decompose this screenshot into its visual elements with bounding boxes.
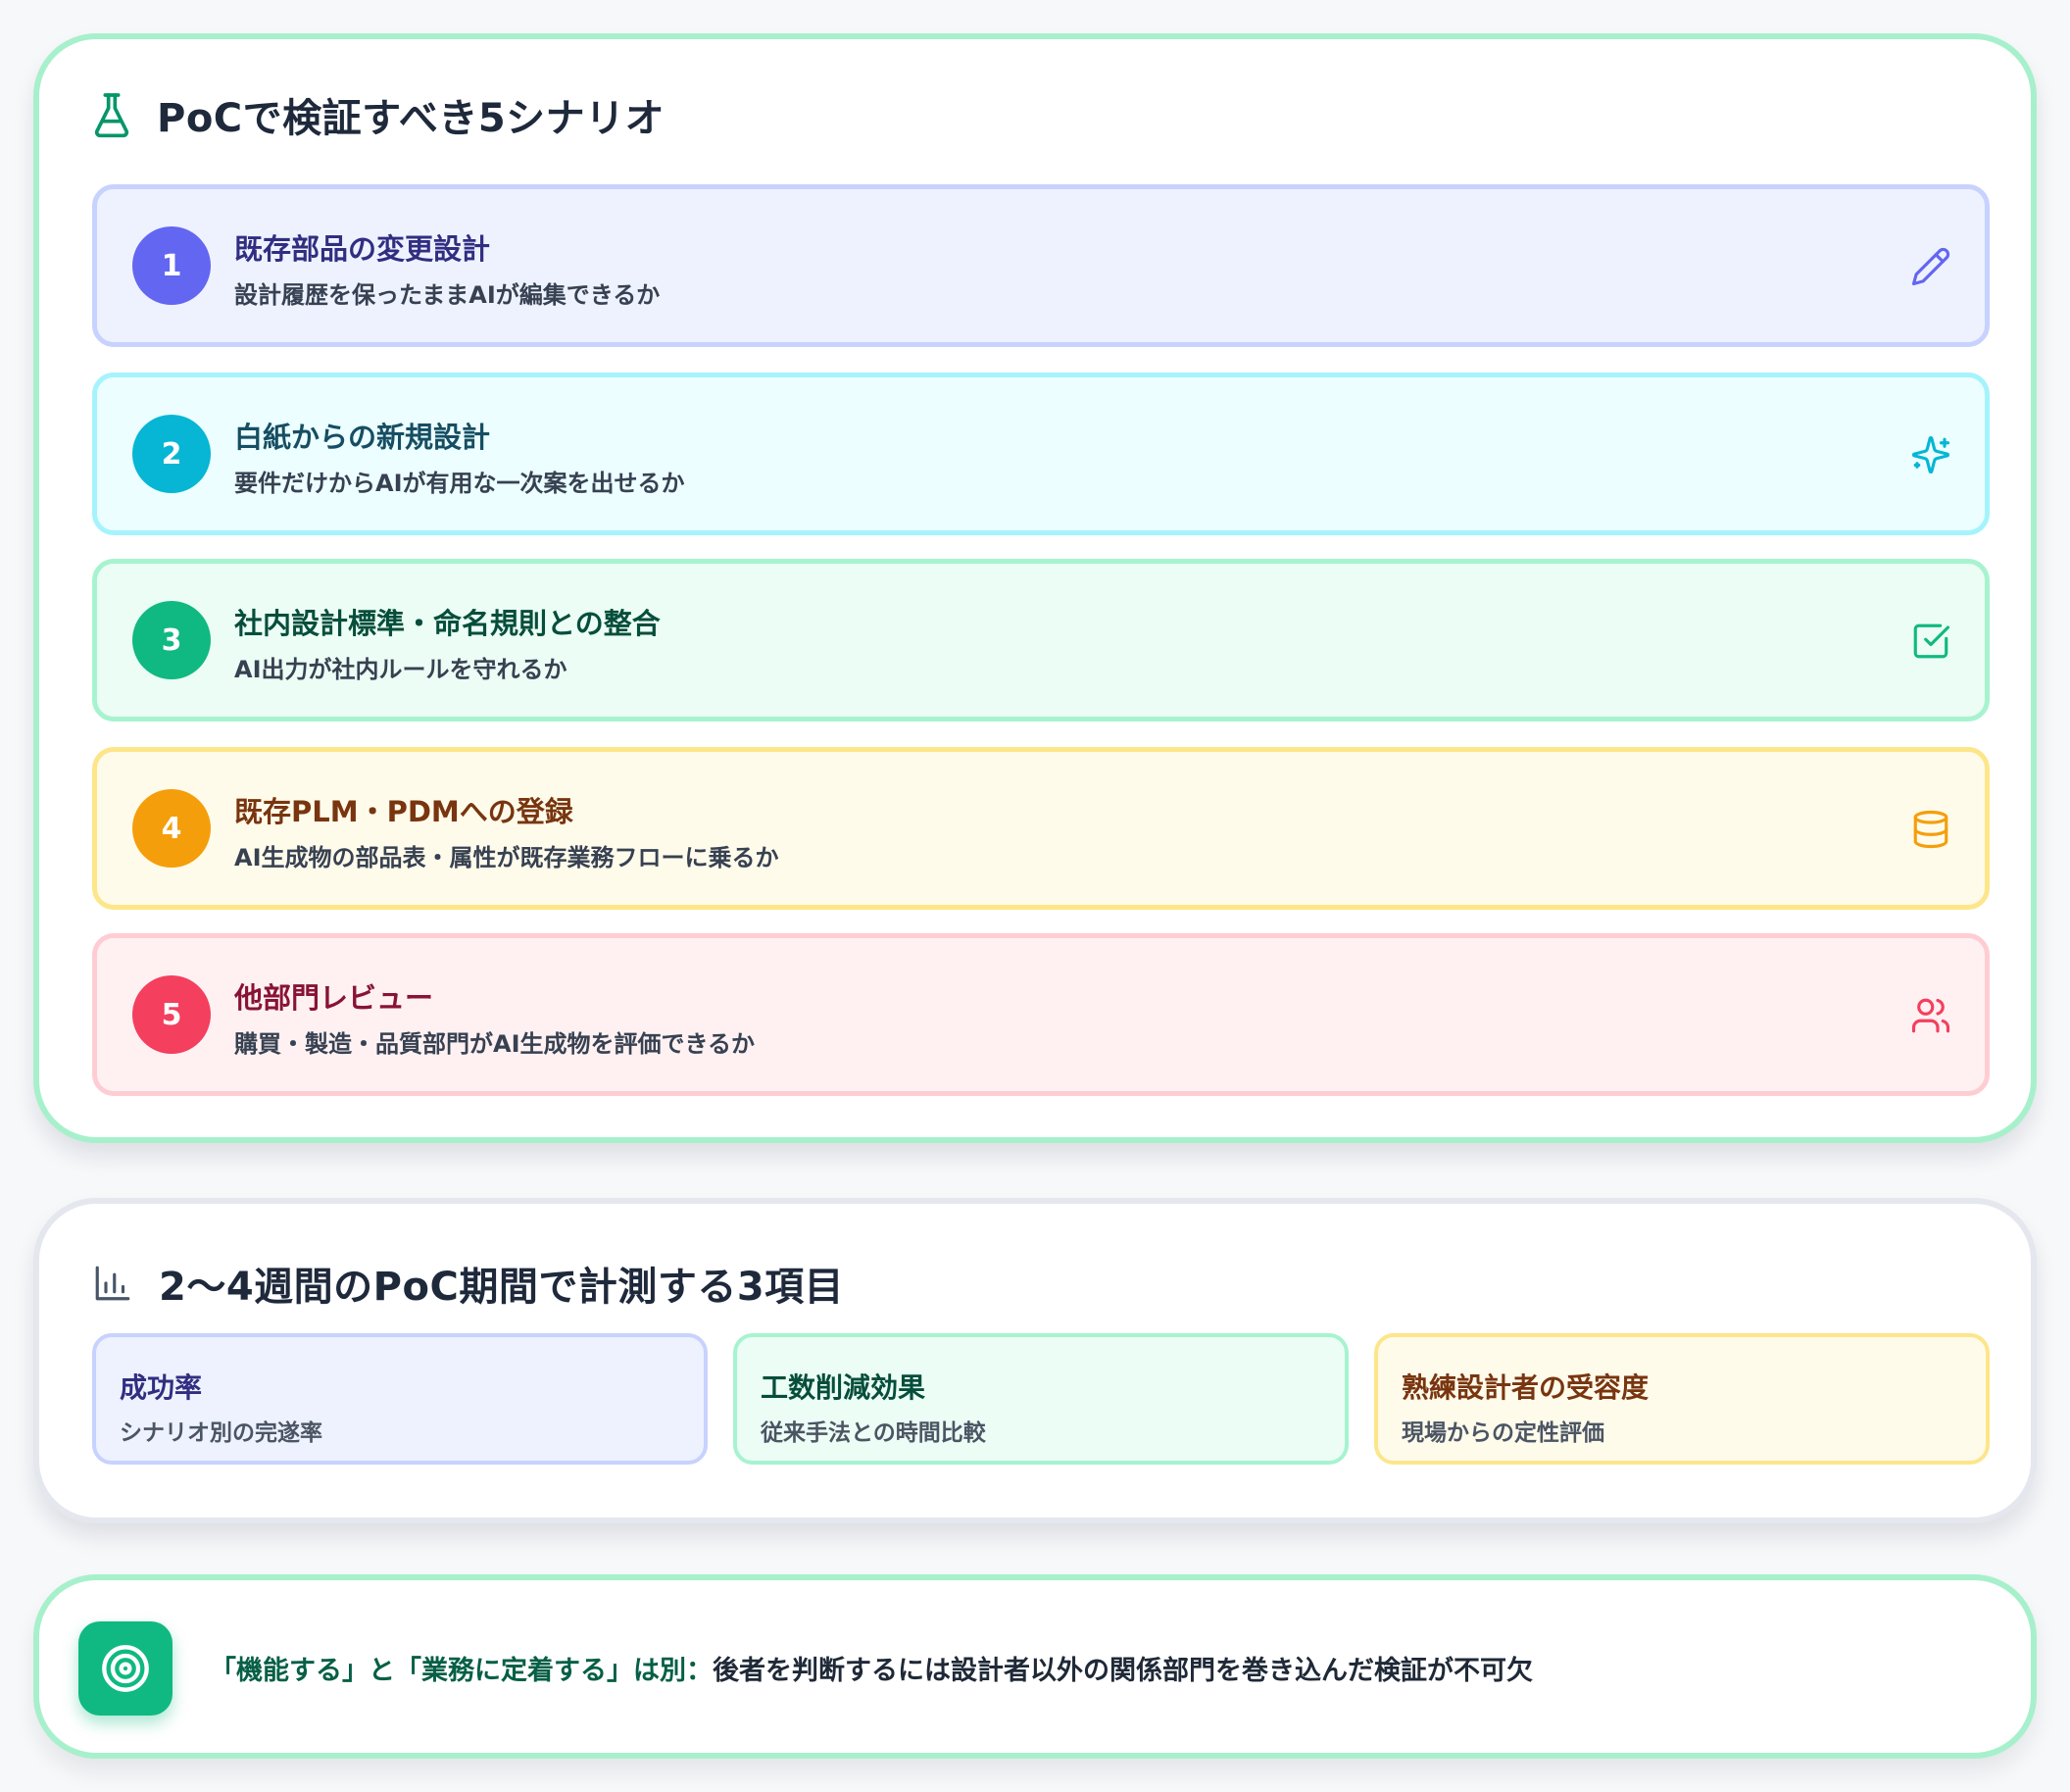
database-icon	[1913, 810, 1948, 849]
scenario-card: 2 白紙からの新規設計 要件だけからAIが有用な一次案を出せるか	[92, 373, 1990, 535]
scenario-number-badge: 1	[132, 226, 211, 305]
scenario-card: 1 既存部品の変更設計 設計履歴を保ったままAIが編集できるか	[92, 184, 1990, 347]
metrics-panel: 2〜4週間のPoC期間で計測する3項目 成功率 シナリオ別の完遂率 工数削減効果…	[33, 1198, 2037, 1523]
scenario-number-badge: 4	[132, 789, 211, 868]
scenarios-title-text: PoCで検証すべき5シナリオ	[157, 96, 665, 141]
flask-icon	[94, 93, 129, 138]
metric-card: 熟練設計者の受容度 現場からの定性評価	[1374, 1333, 1990, 1465]
scenario-number-badge: 5	[132, 975, 211, 1054]
scenario-title: 社内設計標準・命名規則との整合	[234, 607, 661, 640]
scenario-title: 他部門レビュー	[234, 981, 434, 1015]
scenario-description: 要件だけからAIが有用な一次案を出せるか	[234, 470, 685, 497]
conclusion-body: 後者を判断するには設計者以外の関係部門を巻き込んだ検証が不可欠	[713, 1656, 1533, 1686]
metric-card: 成功率 シナリオ別の完遂率	[92, 1333, 708, 1465]
bar-chart-icon	[95, 1266, 130, 1301]
scenario-card: 5 他部門レビュー 購買・製造・品質部門がAI生成物を評価できるか	[92, 933, 1990, 1096]
target-icon-box	[78, 1621, 172, 1716]
metric-card: 工数削減効果 従来手法との時間比較	[733, 1333, 1349, 1465]
scenario-description: 購買・製造・品質部門がAI生成物を評価できるか	[234, 1030, 756, 1058]
scenario-card: 3 社内設計標準・命名規則との整合 AI出力が社内ルールを守れるか	[92, 559, 1990, 722]
scenario-title: 既存PLM・PDMへの登録	[234, 795, 573, 828]
conclusion-highlight: 「機能する」と「業務に定着する」は別：	[210, 1656, 713, 1686]
users-icon	[1911, 998, 1950, 1033]
metric-description: 現場からの定性評価	[1402, 1420, 1604, 1446]
metrics-title-text: 2〜4週間のPoC期間で計測する3項目	[159, 1265, 845, 1310]
metric-description: シナリオ別の完遂率	[120, 1420, 322, 1446]
pencil-icon	[1911, 247, 1950, 286]
scenario-title: 既存部品の変更設計	[234, 232, 491, 266]
scenarios-section-title: PoCで検証すべき5シナリオ	[92, 86, 665, 143]
scenarios-panel: PoCで検証すべき5シナリオ 1 既存部品の変更設計 設計履歴を保ったままAIが…	[33, 33, 2037, 1143]
scenario-number-badge: 3	[132, 601, 211, 679]
conclusion-text: 「機能する」と「業務に定着する」は別：後者を判断するには設計者以外の関係部門を巻…	[210, 1649, 1533, 1687]
scenario-description: AI生成物の部品表・属性が既存業務フローに乗るか	[234, 844, 779, 871]
scenario-description: AI出力が社内ルールを守れるか	[234, 656, 567, 683]
metric-title: 成功率	[120, 1371, 203, 1404]
conclusion-panel: 「機能する」と「業務に定着する」は別：後者を判断するには設計者以外の関係部門を巻…	[33, 1574, 2037, 1759]
scenario-card: 4 既存PLM・PDMへの登録 AI生成物の部品表・属性が既存業務フローに乗るか	[92, 747, 1990, 910]
metric-description: 従来手法との時間比較	[761, 1420, 986, 1446]
sparkles-icon	[1911, 435, 1950, 474]
metric-title: 工数削減効果	[761, 1371, 926, 1404]
metric-title: 熟練設計者の受容度	[1402, 1371, 1650, 1404]
check-square-icon	[1913, 623, 1950, 659]
scenario-description: 設計履歴を保ったままAIが編集できるか	[234, 281, 661, 309]
scenario-number-badge: 2	[132, 415, 211, 493]
scenario-title: 白紙からの新規設計	[234, 421, 491, 454]
target-icon	[102, 1645, 149, 1692]
metrics-section-title: 2〜4週間のPoC期間で計測する3項目	[92, 1255, 844, 1312]
